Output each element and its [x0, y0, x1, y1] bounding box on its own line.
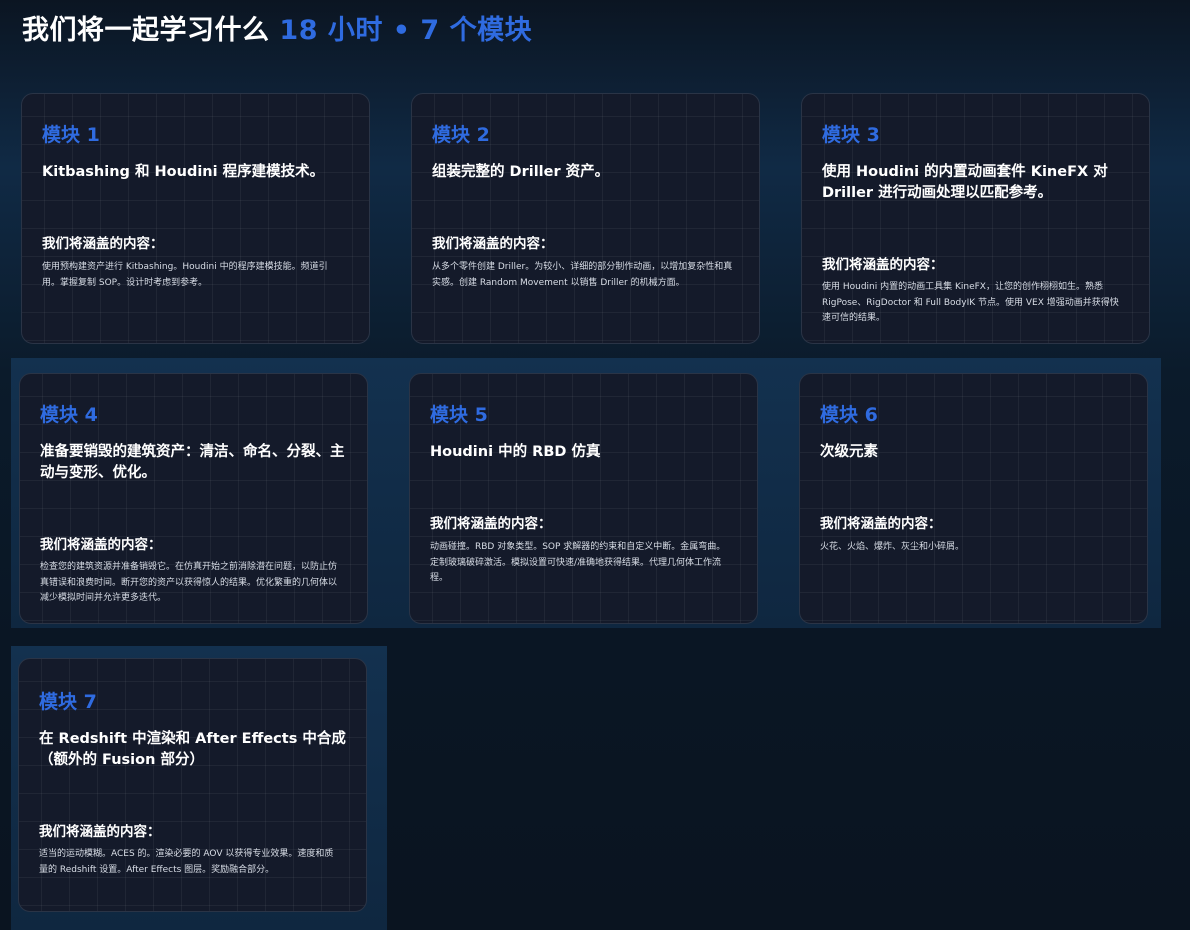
module-subtitle: 我们将涵盖的内容： — [430, 516, 552, 532]
module-number: 模块 6 — [820, 404, 878, 426]
module-number: 模块 5 — [430, 404, 488, 426]
module-subtitle: 我们将涵盖的内容： — [432, 236, 554, 252]
module-card-2: 模块 2 组装完整的 Driller 资产。 我们将涵盖的内容： 从多个零件创建… — [411, 93, 760, 344]
module-card-1: 模块 1 Kitbashing 和 Houdini 程序建模技术。 我们将涵盖的… — [21, 93, 370, 344]
module-title: 在 Redshift 中渲染和 After Effects 中合成（额外的 Fu… — [39, 731, 346, 768]
module-title: 组装完整的 Driller 资产。 — [432, 164, 610, 180]
page-title: 我们将一起学习什么 18 小时 • 7 个模块 — [22, 8, 532, 47]
module-subtitle: 我们将涵盖的内容： — [40, 537, 162, 553]
module-subtitle: 我们将涵盖的内容： — [42, 236, 164, 252]
module-number: 模块 4 — [40, 404, 98, 426]
module-subtitle: 我们将涵盖的内容： — [822, 257, 944, 273]
module-title: Houdini 中的 RBD 仿真 — [430, 444, 601, 460]
module-description: 火花、火焰、爆炸、灰尘和小碎屑。 — [820, 542, 965, 552]
module-number: 模块 2 — [432, 124, 490, 146]
module-description: 适当的运动模糊。ACES 的。渲染必要的 AOV 以获得专业效果。速度和质量的 … — [39, 849, 334, 875]
page-title-accent: 18 小时 • 7 个模块 — [279, 15, 533, 46]
module-title: 准备要销毁的建筑资产：清洁、命名、分裂、主动与变形、优化。 — [40, 444, 345, 481]
module-card-6: 模块 6 次级元素 我们将涵盖的内容： 火花、火焰、爆炸、灰尘和小碎屑。 — [799, 373, 1148, 624]
module-card-7: 模块 7 在 Redshift 中渲染和 After Effects 中合成（额… — [18, 658, 367, 912]
module-subtitle: 我们将涵盖的内容： — [820, 516, 942, 532]
module-description: 使用 Houdini 内置的动画工具集 KineFX，让您的创作栩栩如生。熟悉 … — [822, 282, 1119, 323]
page-title-main: 我们将一起学习什么 — [22, 15, 280, 46]
module-card-5: 模块 5 Houdini 中的 RBD 仿真 我们将涵盖的内容： 动画碰撞。RB… — [409, 373, 758, 624]
module-number: 模块 3 — [822, 124, 880, 146]
module-title: 使用 Houdini 的内置动画套件 KineFX 对 Driller 进行动画… — [822, 164, 1108, 201]
module-card-3: 模块 3 使用 Houdini 的内置动画套件 KineFX 对 Driller… — [801, 93, 1150, 344]
module-number: 模块 1 — [42, 124, 100, 146]
module-description: 从多个零件创建 Driller。为较小、详细的部分制作动画，以增加复杂性和真实感… — [432, 262, 733, 288]
module-number: 模块 7 — [39, 691, 97, 713]
module-description: 检查您的建筑资源并准备销毁它。在仿真开始之前消除潜在问题，以防止仿真错误和浪费时… — [40, 562, 338, 603]
module-title: 次级元素 — [820, 444, 878, 460]
module-title: Kitbashing 和 Houdini 程序建模技术。 — [42, 164, 325, 180]
module-subtitle: 我们将涵盖的内容： — [39, 824, 161, 840]
module-card-4: 模块 4 准备要销毁的建筑资产：清洁、命名、分裂、主动与变形、优化。 我们将涵盖… — [19, 373, 368, 624]
module-description: 使用预构建资产进行 Kitbashing。Houdini 中的程序建模技能。频道… — [42, 262, 328, 288]
module-description: 动画碰撞。RBD 对象类型。SOP 求解器的约束和自定义中断。金属弯曲。定制玻璃… — [430, 542, 726, 583]
